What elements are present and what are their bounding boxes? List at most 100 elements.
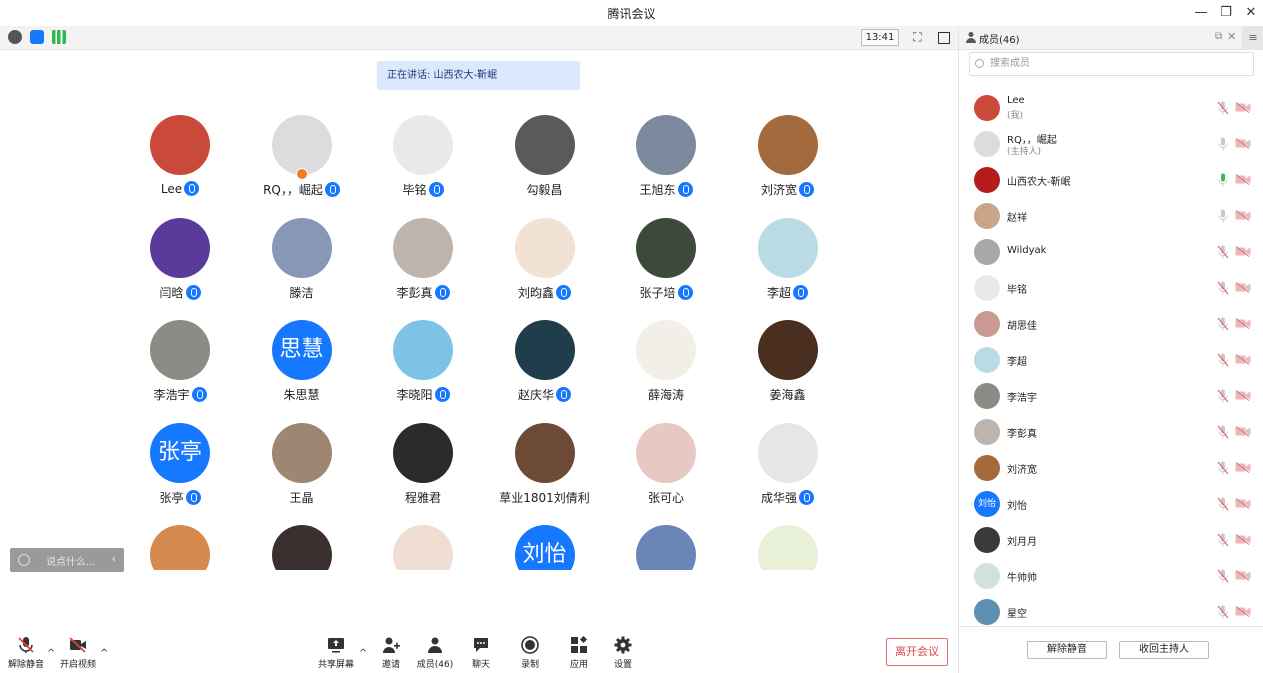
participant-tile[interactable] xyxy=(120,525,240,570)
member-row[interactable]: 胡思佳 xyxy=(959,306,1263,342)
member-row[interactable]: 毕铭 xyxy=(959,270,1263,306)
chat-input-bar[interactable]: 说点什么... ‹ xyxy=(10,548,124,572)
close-panel-icon[interactable]: ✕ xyxy=(1227,30,1236,43)
participant-tile[interactable]: 程雅君 xyxy=(363,422,483,523)
mic-muted-icon[interactable] xyxy=(1217,317,1229,331)
participant-tile[interactable]: 草业1801刘倩利 xyxy=(485,422,605,523)
panel-menu-icon[interactable]: ≡ xyxy=(1242,26,1263,50)
camera-off-icon[interactable] xyxy=(1235,318,1251,329)
member-row[interactable]: 星空 xyxy=(959,594,1263,626)
camera-off-icon[interactable] xyxy=(1235,570,1251,581)
camera-off-icon[interactable] xyxy=(1235,174,1251,185)
camera-off-icon[interactable] xyxy=(1235,390,1251,401)
fullscreen-icon[interactable]: ⛶ xyxy=(910,30,925,45)
participant-tile[interactable]: 李超 xyxy=(728,217,841,318)
mic-muted-icon[interactable] xyxy=(1217,497,1229,511)
member-row[interactable]: 赵祥 xyxy=(959,198,1263,234)
unmute-all-button[interactable]: 解除静音 xyxy=(1027,641,1107,659)
unmute-button[interactable]: 解除静音 xyxy=(0,636,52,670)
member-search-input[interactable]: 搜索成员 xyxy=(969,52,1254,76)
mic-muted-icon[interactable] xyxy=(1217,389,1229,403)
camera-off-icon[interactable] xyxy=(1235,462,1251,473)
participant-tile[interactable]: 滕洁 xyxy=(242,217,362,318)
camera-off-icon[interactable] xyxy=(1235,282,1251,293)
participant-tile[interactable]: 刘济宽 xyxy=(728,115,841,215)
signal-icon[interactable] xyxy=(52,30,66,44)
member-row[interactable]: 刘怡 刘怡 xyxy=(959,486,1263,522)
participant-tile[interactable]: 成华强 xyxy=(728,422,841,523)
camera-off-icon[interactable] xyxy=(1235,354,1251,365)
participant-tile[interactable]: 刘怡 xyxy=(485,525,605,570)
participant-tile[interactable]: 张可心 xyxy=(606,422,726,523)
popout-icon[interactable]: ⧉ xyxy=(1215,31,1222,42)
camera-off-icon[interactable] xyxy=(1235,102,1251,113)
mic-muted-icon[interactable] xyxy=(1217,353,1229,367)
participant-tile[interactable]: 闫晗 xyxy=(120,217,240,318)
member-row[interactable]: 山西农大-靳岷 xyxy=(959,162,1263,198)
settings-button[interactable]: 设置 xyxy=(597,636,649,670)
participant-tile[interactable]: 刘昀鑫 xyxy=(485,217,605,318)
participant-tile[interactable]: 李浩宇 xyxy=(120,320,240,420)
participant-tile[interactable]: 王晶 xyxy=(242,422,362,523)
participant-tile[interactable]: 李彭真 xyxy=(363,217,483,318)
participant-tile[interactable]: 毕铭 xyxy=(363,115,483,215)
mic-muted-icon[interactable] xyxy=(1217,605,1229,619)
member-row[interactable]: 李超 xyxy=(959,342,1263,378)
info-icon[interactable] xyxy=(8,30,22,44)
participant-tile[interactable]: 赵庆华 xyxy=(485,320,605,420)
participant-tile[interactable]: 张亭 张亭 xyxy=(120,422,240,523)
camera-off-icon[interactable] xyxy=(1235,138,1251,149)
camera-off-icon[interactable] xyxy=(1235,534,1251,545)
mic-muted-icon[interactable] xyxy=(1217,425,1229,439)
leave-meeting-button[interactable]: 离开会议 xyxy=(886,638,948,666)
participant-tile[interactable] xyxy=(606,525,726,570)
camera-off-icon[interactable] xyxy=(1235,246,1251,257)
participant-tile[interactable] xyxy=(363,525,483,570)
video-options-chevron-icon[interactable]: ^ xyxy=(100,648,108,659)
mic-icon[interactable] xyxy=(1217,209,1229,223)
record-button[interactable]: 录制 xyxy=(504,636,556,670)
member-row[interactable]: 牛帅帅 xyxy=(959,558,1263,594)
minimize-button[interactable]: — xyxy=(1190,3,1212,23)
share-screen-button[interactable]: 共享屏幕 xyxy=(310,636,362,670)
mic-muted-icon[interactable] xyxy=(1217,281,1229,295)
participant-tile[interactable]: 王旭东 xyxy=(606,115,726,215)
start-video-button[interactable]: 开启视频 xyxy=(52,636,104,670)
reclaim-host-button[interactable]: 收回主持人 xyxy=(1119,641,1209,659)
mic-muted-icon[interactable] xyxy=(1217,461,1229,475)
camera-off-icon[interactable] xyxy=(1235,426,1251,437)
camera-off-icon[interactable] xyxy=(1235,498,1251,509)
member-row[interactable]: 刘月月 xyxy=(959,522,1263,558)
mic-icon[interactable] xyxy=(1217,137,1229,151)
participant-tile[interactable]: 薛海涛 xyxy=(606,320,726,420)
participant-tile[interactable] xyxy=(242,525,362,570)
member-row[interactable]: 李彭真 xyxy=(959,414,1263,450)
participant-tile[interactable]: 李晓阳 xyxy=(363,320,483,420)
member-row[interactable]: RQ，，崛起 (主持人) xyxy=(959,126,1263,162)
members-button[interactable]: 成员(46) xyxy=(409,636,461,670)
member-row[interactable]: 李浩宇 xyxy=(959,378,1263,414)
participant-tile[interactable]: 张子培 xyxy=(606,217,726,318)
collapse-chat-icon[interactable]: ‹ xyxy=(112,552,116,565)
close-button[interactable]: ✕ xyxy=(1240,3,1262,23)
participant-tile[interactable]: RQ，，崛起 xyxy=(242,115,362,215)
mic-muted-icon[interactable] xyxy=(1217,533,1229,547)
chat-button[interactable]: 聊天 xyxy=(455,636,507,670)
restore-button[interactable]: ❐ xyxy=(1215,3,1237,23)
mic-muted-icon[interactable] xyxy=(1217,101,1229,115)
participant-tile[interactable]: 姜海鑫 xyxy=(728,320,841,420)
participant-tile[interactable]: 勾毅昌 xyxy=(485,115,605,215)
participant-tile[interactable]: 思慧 朱思慧 xyxy=(242,320,362,420)
mic-muted-icon[interactable] xyxy=(1217,569,1229,583)
camera-off-icon[interactable] xyxy=(1235,606,1251,617)
member-row[interactable]: 刘济宽 xyxy=(959,450,1263,486)
participant-tile[interactable]: Lee xyxy=(120,115,240,215)
emoji-icon[interactable] xyxy=(18,554,30,566)
member-row[interactable]: Lee (我) xyxy=(959,90,1263,126)
member-row[interactable]: Wildyak xyxy=(959,234,1263,270)
camera-off-icon[interactable] xyxy=(1235,210,1251,221)
security-shield-icon[interactable] xyxy=(30,30,44,44)
mic-muted-icon[interactable] xyxy=(1217,245,1229,259)
participant-tile[interactable] xyxy=(728,525,841,570)
layout-toggle-icon[interactable] xyxy=(938,32,950,44)
